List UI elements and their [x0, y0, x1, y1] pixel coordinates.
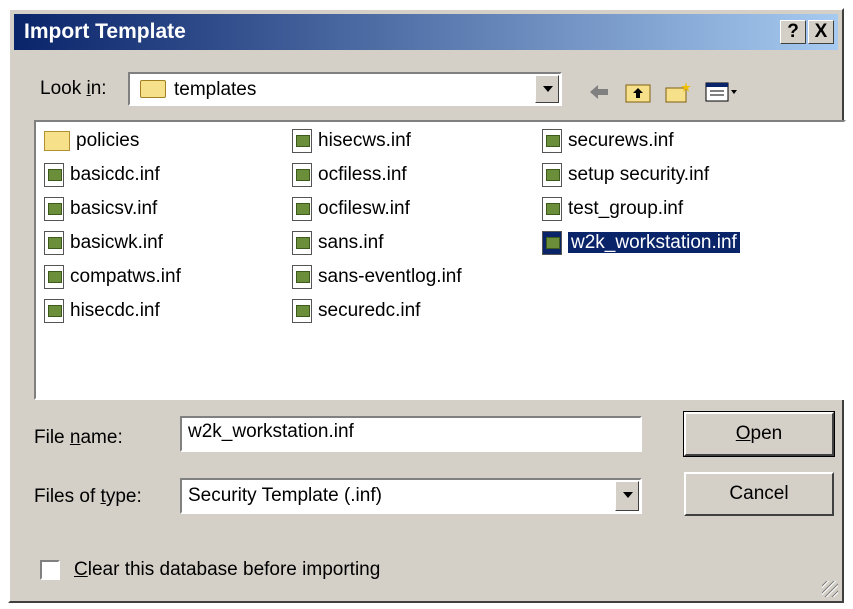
- list-item-label: compatws.inf: [70, 266, 181, 287]
- filetype-label-prefix: Files of: [34, 486, 101, 507]
- filename-input[interactable]: w2k_workstation.inf: [180, 416, 642, 452]
- list-item[interactable]: hisecws.inf: [292, 127, 411, 155]
- clear-database-label[interactable]: Clear this database before importing: [74, 559, 380, 581]
- list-item[interactable]: ocfiless.inf: [292, 161, 407, 189]
- folder-icon: [140, 80, 166, 98]
- cancel-button[interactable]: Cancel: [684, 472, 834, 516]
- inf-file-icon: [292, 128, 312, 153]
- inf-file-icon: [44, 230, 64, 255]
- dialog-title: Import Template: [24, 20, 186, 43]
- list-item[interactable]: basicdc.inf: [44, 161, 160, 189]
- list-item-label: test_group.inf: [568, 198, 684, 219]
- folder-icon: [44, 130, 70, 151]
- inf-file-icon: [44, 196, 64, 221]
- list-item-label: hisecws.inf: [318, 130, 411, 151]
- list-item[interactable]: securedc.inf: [292, 297, 420, 325]
- list-item-label: w2k_workstation.inf: [568, 232, 740, 253]
- back-icon[interactable]: [584, 80, 612, 104]
- inf-file-icon: [542, 128, 562, 153]
- inf-file-icon: [292, 264, 312, 289]
- lookin-label-suffix: n:: [90, 78, 107, 99]
- clear-database-accel: C: [74, 559, 88, 580]
- list-item[interactable]: basicwk.inf: [44, 229, 163, 257]
- title-bar[interactable]: Import Template ? X: [14, 14, 838, 50]
- list-item-label: securews.inf: [568, 130, 674, 151]
- clear-database-label-text: lear this database before importing: [87, 559, 381, 580]
- filename-label-suffix: ame:: [80, 427, 123, 448]
- lookin-label-prefix: Look: [40, 78, 87, 99]
- filetype-label-suffix: ype:: [105, 486, 142, 507]
- lookin-dropdown[interactable]: templates: [128, 72, 562, 106]
- open-button-accel: O: [735, 423, 751, 444]
- list-item-label: ocfiless.inf: [318, 164, 407, 185]
- list-item-folder[interactable]: policies: [44, 127, 139, 155]
- list-item-label: securedc.inf: [318, 300, 421, 321]
- filetype-label: Files of type:: [34, 486, 142, 508]
- filename-label-prefix: File: [34, 427, 70, 448]
- list-item[interactable]: test_group.inf: [542, 195, 683, 223]
- filetype-dropdown[interactable]: Security Template (.inf): [180, 478, 642, 514]
- filename-label-accel: n: [69, 427, 81, 448]
- import-template-dialog: Import Template ? X Look in: templates p…: [8, 8, 846, 603]
- filetype-dropdown-arrow[interactable]: [615, 481, 639, 511]
- close-button[interactable]: X: [808, 20, 834, 44]
- filename-label: File name:: [34, 427, 123, 449]
- list-item[interactable]: setup security.inf: [542, 161, 709, 189]
- inf-file-icon: [292, 298, 312, 323]
- inf-file-icon: [44, 264, 64, 289]
- list-item-selected[interactable]: w2k_workstation.inf: [542, 229, 740, 257]
- list-item-label: sans.inf: [318, 232, 384, 253]
- list-item-label: basicdc.inf: [70, 164, 160, 185]
- file-list[interactable]: policies basicdc.inf basicsv.inf basicwk…: [34, 120, 846, 400]
- resize-grip[interactable]: [822, 581, 838, 597]
- list-item-label: basicsv.inf: [70, 198, 158, 219]
- list-item-label: ocfilesw.inf: [318, 198, 410, 219]
- clear-database-checkbox[interactable]: [40, 560, 60, 580]
- view-menu-icon[interactable]: [704, 80, 740, 104]
- new-folder-icon[interactable]: [664, 80, 692, 104]
- list-item[interactable]: hisecdc.inf: [44, 297, 160, 325]
- list-item-label: basicwk.inf: [70, 232, 163, 253]
- list-item-label: setup security.inf: [568, 164, 710, 185]
- lookin-label: Look in:: [40, 78, 107, 100]
- list-item-label: policies: [76, 130, 140, 151]
- filetype-value: Security Template (.inf): [188, 485, 382, 506]
- inf-file-icon: [542, 230, 562, 255]
- inf-file-icon: [292, 196, 312, 221]
- up-folder-icon[interactable]: [624, 80, 652, 104]
- list-item[interactable]: basicsv.inf: [44, 195, 157, 223]
- list-item-label: hisecdc.inf: [70, 300, 160, 321]
- inf-file-icon: [44, 162, 64, 187]
- inf-file-icon: [542, 162, 562, 187]
- inf-file-icon: [292, 230, 312, 255]
- inf-file-icon: [292, 162, 312, 187]
- open-button-label: pen: [750, 423, 783, 444]
- list-item[interactable]: sans-eventlog.inf: [292, 263, 462, 291]
- open-button[interactable]: Open: [683, 411, 835, 457]
- inf-file-icon: [44, 298, 64, 323]
- list-item[interactable]: securews.inf: [542, 127, 674, 155]
- list-item[interactable]: sans.inf: [292, 229, 383, 257]
- inf-file-icon: [542, 196, 562, 221]
- help-button[interactable]: ?: [780, 20, 806, 44]
- list-item-label: sans-eventlog.inf: [318, 266, 462, 287]
- list-item[interactable]: compatws.inf: [44, 263, 181, 291]
- list-item[interactable]: ocfilesw.inf: [292, 195, 410, 223]
- lookin-value: templates: [174, 79, 257, 100]
- lookin-dropdown-arrow[interactable]: [535, 75, 559, 103]
